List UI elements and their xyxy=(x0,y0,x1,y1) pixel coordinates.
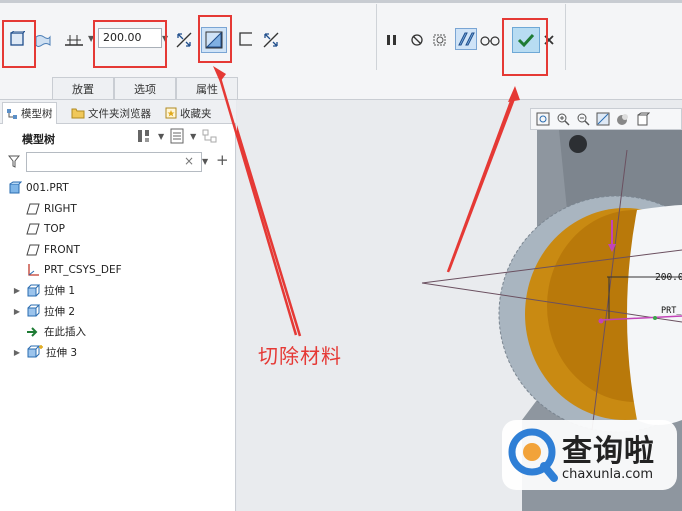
datum-plane-icon xyxy=(26,244,40,256)
tab-favorites[interactable]: 收藏夹 xyxy=(162,102,215,124)
tree-item-label: 001.PRT xyxy=(26,182,69,195)
part-icon xyxy=(9,181,22,194)
highlight-depth-box xyxy=(93,20,167,68)
model-tree-icon xyxy=(7,108,17,119)
flip-direction-icon[interactable] xyxy=(174,30,194,50)
filter-funnel-icon[interactable] xyxy=(8,155,20,169)
tree-tools: ▼ ▼ xyxy=(136,128,218,144)
expand-arrow-icon[interactable]: ▶ xyxy=(12,307,22,316)
tree-item-top[interactable]: TOP xyxy=(0,219,236,240)
show-chevron-icon[interactable]: ▼ xyxy=(190,132,196,141)
tab-folder-browser[interactable]: 文件夹浏览器 xyxy=(68,102,154,124)
thicken-icon[interactable] xyxy=(238,31,254,47)
tree-item-label: FRONT xyxy=(44,243,80,256)
surface-icon[interactable] xyxy=(34,32,52,48)
clear-search-icon[interactable]: × xyxy=(184,154,194,168)
filter-chevron-icon[interactable]: ▼ xyxy=(202,157,208,166)
add-filter-icon[interactable]: + xyxy=(216,151,229,169)
tree-item-front[interactable]: FRONT xyxy=(0,240,236,261)
tab-model-tree-label: 模型树 xyxy=(21,108,53,120)
tab-model-tree[interactable]: 模型树 xyxy=(2,102,57,124)
favorites-icon xyxy=(165,107,177,119)
extrude-icon xyxy=(27,304,40,317)
ribbon-divider xyxy=(376,4,377,70)
tree-item-extrude-3[interactable]: ▶ 拉伸 3 xyxy=(0,342,236,363)
graphics-window[interactable]: 200.00 PRT_ 切除材料 查询啦 chaxunla.com xyxy=(237,100,682,511)
ribbon-top-border xyxy=(0,0,682,3)
tab-options[interactable]: 选项 xyxy=(114,77,176,99)
settings-tools-icon[interactable] xyxy=(136,128,152,144)
tree-item-label: 拉伸 3 xyxy=(46,346,78,359)
pause-icon[interactable] xyxy=(384,32,400,48)
tab-favorites-label: 收藏夹 xyxy=(180,107,212,120)
watermark-url: chaxunla.com xyxy=(562,467,653,482)
tree-item-extrude-1[interactable]: ▶ 拉伸 1 xyxy=(0,281,236,302)
expand-arrow-icon[interactable]: ▶ xyxy=(12,286,22,295)
ribbon-divider-right xyxy=(565,4,566,70)
tree-item-right[interactable]: RIGHT xyxy=(0,199,236,220)
csys-icon xyxy=(28,264,39,276)
tab-placement[interactable]: 放置 xyxy=(52,77,114,99)
watermark-title: 查询啦 xyxy=(562,434,655,469)
tree-item-csys[interactable]: PRT_CSYS_DEF xyxy=(0,260,236,281)
flip-material-side-icon[interactable] xyxy=(260,30,282,50)
watermark: 查询啦 chaxunla.com xyxy=(502,420,677,490)
highlight-remove-material-box xyxy=(198,15,232,63)
extrude-icon xyxy=(27,345,43,358)
tree-item-label: RIGHT xyxy=(44,202,77,215)
datum-plane-icon xyxy=(26,203,40,215)
dashboard-tabs: 放置 选项 属性 xyxy=(52,77,238,99)
tree-search-input[interactable] xyxy=(26,152,202,172)
annotation-label: 切除材料 xyxy=(258,344,342,368)
folder-icon xyxy=(71,108,85,119)
tree-item-insert-here[interactable]: 在此插入 xyxy=(0,322,236,343)
extrude-icon xyxy=(27,284,40,297)
tree-item-part[interactable]: 001.PRT xyxy=(0,178,236,199)
expand-arrow-icon[interactable]: ▶ xyxy=(12,348,22,357)
highlight-solid-box xyxy=(2,20,36,68)
navigator-tabs: 模型树 文件夹浏览器 收藏夹 xyxy=(0,100,236,124)
tree-item-label: 拉伸 2 xyxy=(44,305,76,318)
tab-properties[interactable]: 属性 xyxy=(176,77,238,99)
tree-item-label: 拉伸 1 xyxy=(44,285,76,298)
watermark-logo-icon xyxy=(508,428,558,482)
tree-item-label: TOP xyxy=(44,223,66,236)
tab-folder-browser-label: 文件夹浏览器 xyxy=(88,107,151,120)
model-tree-title: 模型树 xyxy=(22,133,55,146)
tree-item-label: 在此插入 xyxy=(44,326,86,339)
insert-arrow-icon xyxy=(27,327,38,337)
model-tree: 001.PRT RIGHT TOP FRONT PRT_CSYS_DEF ▶ 拉… xyxy=(0,178,236,363)
tree-item-label: PRT_CSYS_DEF xyxy=(44,264,122,277)
tree-filter-row: × ▼ + xyxy=(6,151,232,172)
navigator-panel: 模型树 文件夹浏览器 收藏夹 模型树 ▼ ▼ × ▼ + 001.PRT RIG… xyxy=(0,100,236,511)
tree-columns-icon[interactable] xyxy=(202,128,218,144)
feature-preview-icon[interactable] xyxy=(455,28,477,50)
datum-plane-icon xyxy=(26,223,40,235)
verify-glasses-icon[interactable] xyxy=(480,32,500,48)
geometry-preview-icon[interactable] xyxy=(430,31,450,49)
highlight-accept-box xyxy=(502,18,548,76)
show-options-icon[interactable] xyxy=(170,128,184,144)
settings-chevron-icon[interactable]: ▼ xyxy=(158,132,164,141)
depth-option-icon[interactable] xyxy=(62,30,86,50)
tree-item-extrude-2[interactable]: ▶ 拉伸 2 xyxy=(0,301,236,322)
no-preview-icon[interactable] xyxy=(409,32,425,48)
